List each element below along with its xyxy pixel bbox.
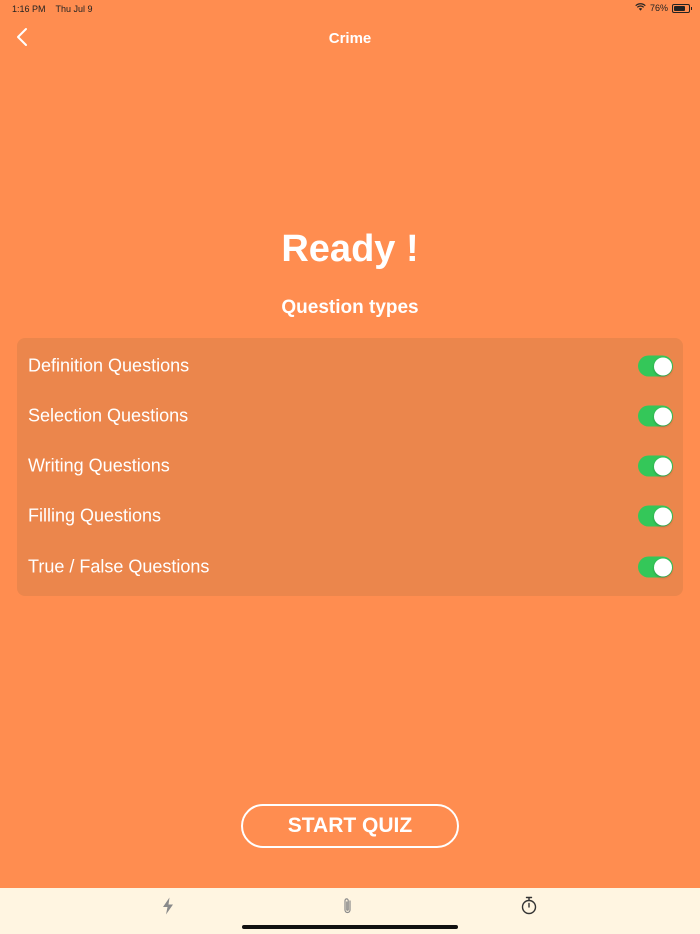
tab-paperclip[interactable]	[333, 896, 363, 920]
option-true-false-questions: True / False Questions	[17, 542, 683, 592]
page-title: Ready !	[281, 228, 419, 270]
option-writing-questions: Writing Questions	[17, 441, 683, 491]
question-types-panel: Definition Questions Selection Questions…	[17, 338, 683, 596]
nav-title: Crime	[328, 30, 372, 47]
home-indicator	[242, 925, 458, 929]
start-quiz-button[interactable]: START QUIZ	[241, 804, 459, 848]
option-label: Filling Questions	[28, 505, 162, 526]
definition-questions-toggle[interactable]	[638, 355, 673, 377]
filling-questions-toggle[interactable]	[638, 505, 673, 527]
option-definition-questions: Definition Questions	[17, 341, 683, 391]
navigation-bar: Crime	[0, 22, 700, 56]
battery-icon	[672, 3, 692, 13]
section-title: Question types	[281, 297, 419, 318]
paperclip-icon	[343, 897, 353, 920]
option-selection-questions: Selection Questions	[17, 391, 683, 441]
tab-stopwatch[interactable]	[514, 896, 544, 920]
toggle-knob	[653, 457, 672, 475]
toggle-knob	[653, 507, 672, 525]
selection-questions-toggle[interactable]	[638, 405, 673, 427]
option-label: Writing Questions	[28, 455, 170, 476]
status-time: 1:16 PM	[12, 4, 46, 14]
bolt-icon	[162, 897, 174, 920]
battery-percent: 76%	[649, 3, 668, 13]
toggle-knob	[653, 407, 672, 425]
writing-questions-toggle[interactable]	[638, 455, 673, 477]
option-label: Selection Questions	[28, 405, 189, 426]
option-label: Definition Questions	[28, 355, 190, 376]
status-bar: 1:16 PM Thu Jul 9 76%	[0, 0, 700, 18]
option-label: True / False Questions	[28, 556, 210, 577]
status-date: Thu Jul 9	[55, 4, 93, 14]
battery-fill	[674, 5, 685, 11]
toggle-knob	[653, 357, 672, 375]
stopwatch-icon	[520, 896, 538, 920]
toggle-knob	[653, 558, 672, 576]
tab-bolt[interactable]	[153, 896, 183, 920]
true-false-questions-toggle[interactable]	[638, 556, 673, 578]
option-filling-questions: Filling Questions	[17, 491, 683, 541]
wifi-icon	[635, 3, 646, 13]
